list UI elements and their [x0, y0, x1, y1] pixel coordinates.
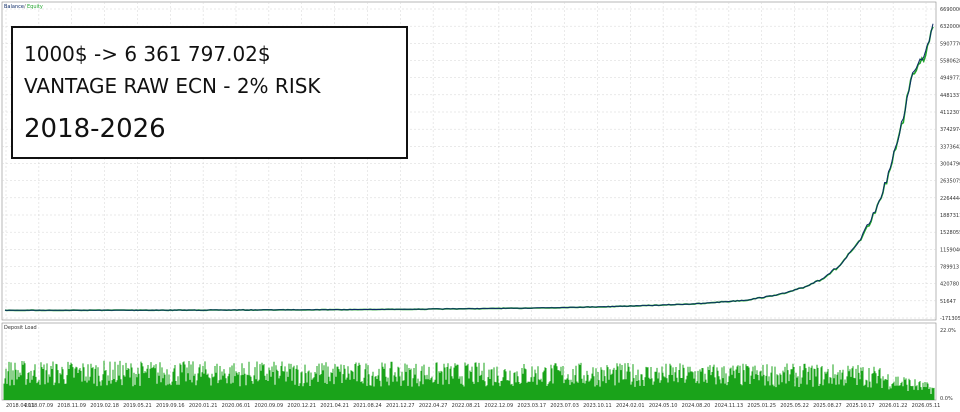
x-tick-label: 2026.01.22	[879, 403, 908, 409]
y-tick-label: 6320000	[940, 24, 960, 30]
x-tick-label: 2021.12.27	[386, 403, 415, 409]
x-tick-label: 2020.12.21	[287, 403, 316, 409]
x-tick-label: 2019.02.18	[90, 403, 119, 409]
y-tick-label: 4949772	[940, 76, 960, 82]
x-tick-label: 2025.08.27	[813, 403, 842, 409]
legend-balance: Balance	[4, 4, 24, 10]
x-tick-label: 2022.04.27	[419, 403, 448, 409]
x-tick-label: 2020.06.01	[222, 403, 251, 409]
y-tick-label: 4112307	[940, 110, 960, 116]
deposit-load-title: Deposit Load	[4, 325, 37, 331]
x-tick-label: 2026.05.11	[912, 403, 941, 409]
x-axis: 2018.04.112018.07.09 2018.11.09 2019.02.18…	[6, 403, 940, 409]
x-tick-label: 2019.05.21	[123, 403, 152, 409]
x-tick-label: 2020.09.09	[255, 403, 284, 409]
y-tick-label: 2635075	[940, 179, 960, 185]
x-tick-label: 2025.05.22	[780, 403, 809, 409]
x-tick-label: 2023.10.11	[583, 403, 612, 409]
annotation-period: 2018-2026	[24, 114, 166, 144]
y-tick-label: 1159046	[940, 247, 960, 253]
y-tick-label: 51647	[940, 299, 956, 305]
y-tick-label: 1528055	[940, 230, 960, 236]
x-tick-label: 2022.08.21	[452, 403, 481, 409]
y-tick-label: 2264444	[940, 196, 960, 202]
load-y-tick-label: 22.0%	[940, 328, 956, 334]
x-tick-label: 2022.12.09	[485, 403, 514, 409]
annotation-box: 1000$ -> 6 361 797.02$ VANTAGE RAW ECN -…	[11, 26, 408, 159]
annotation-result: 1000$ -> 6 361 797.02$	[24, 42, 271, 66]
x-tick-label: 2019.09.16	[156, 403, 185, 409]
y-tick-label: 789913	[940, 265, 959, 271]
x-tick-label: 2023.03.17	[517, 403, 546, 409]
y-tick-label: 3742974	[940, 127, 960, 133]
y-tick-label: -171305	[940, 316, 960, 322]
y-tick-label: 3004790	[940, 162, 960, 168]
chart-legend: Balance / Equity	[4, 4, 43, 10]
x-tick-label: 2023.07.03	[550, 403, 579, 409]
x-tick-label: 2024.02.01	[616, 403, 645, 409]
y-tick-label: 3373642	[940, 144, 960, 150]
x-tick-label: 2021.08.24	[353, 403, 382, 409]
load-y-tick-label: 0.0%	[940, 396, 953, 402]
y-tick-label: 420780	[940, 282, 959, 288]
y-tick-label: 6690000	[940, 7, 960, 13]
x-tick-label: 2024.05.10	[649, 403, 678, 409]
y-tick-label: 5907770	[940, 41, 960, 47]
x-tick-label: 2025.10.17	[846, 403, 875, 409]
y-tick-label: 1887311	[940, 213, 960, 219]
x-tick-label: 2018.07.09	[25, 403, 54, 409]
x-tick-label: 2020.01.21	[189, 403, 218, 409]
x-tick-label: 2018.11.09	[57, 403, 86, 409]
annotation-broker: VANTAGE RAW ECN - 2% RISK	[24, 74, 321, 98]
legend-equity: Equity	[27, 4, 43, 10]
x-tick-label: 2024.11.13	[715, 403, 744, 409]
y-tick-label: 4481337	[940, 93, 960, 99]
x-tick-label: 2025.01.25	[747, 403, 776, 409]
y-tick-label: 5580628	[940, 59, 960, 65]
x-tick-label: 2021.04.21	[320, 403, 349, 409]
x-tick-label: 2024.08.20	[682, 403, 711, 409]
